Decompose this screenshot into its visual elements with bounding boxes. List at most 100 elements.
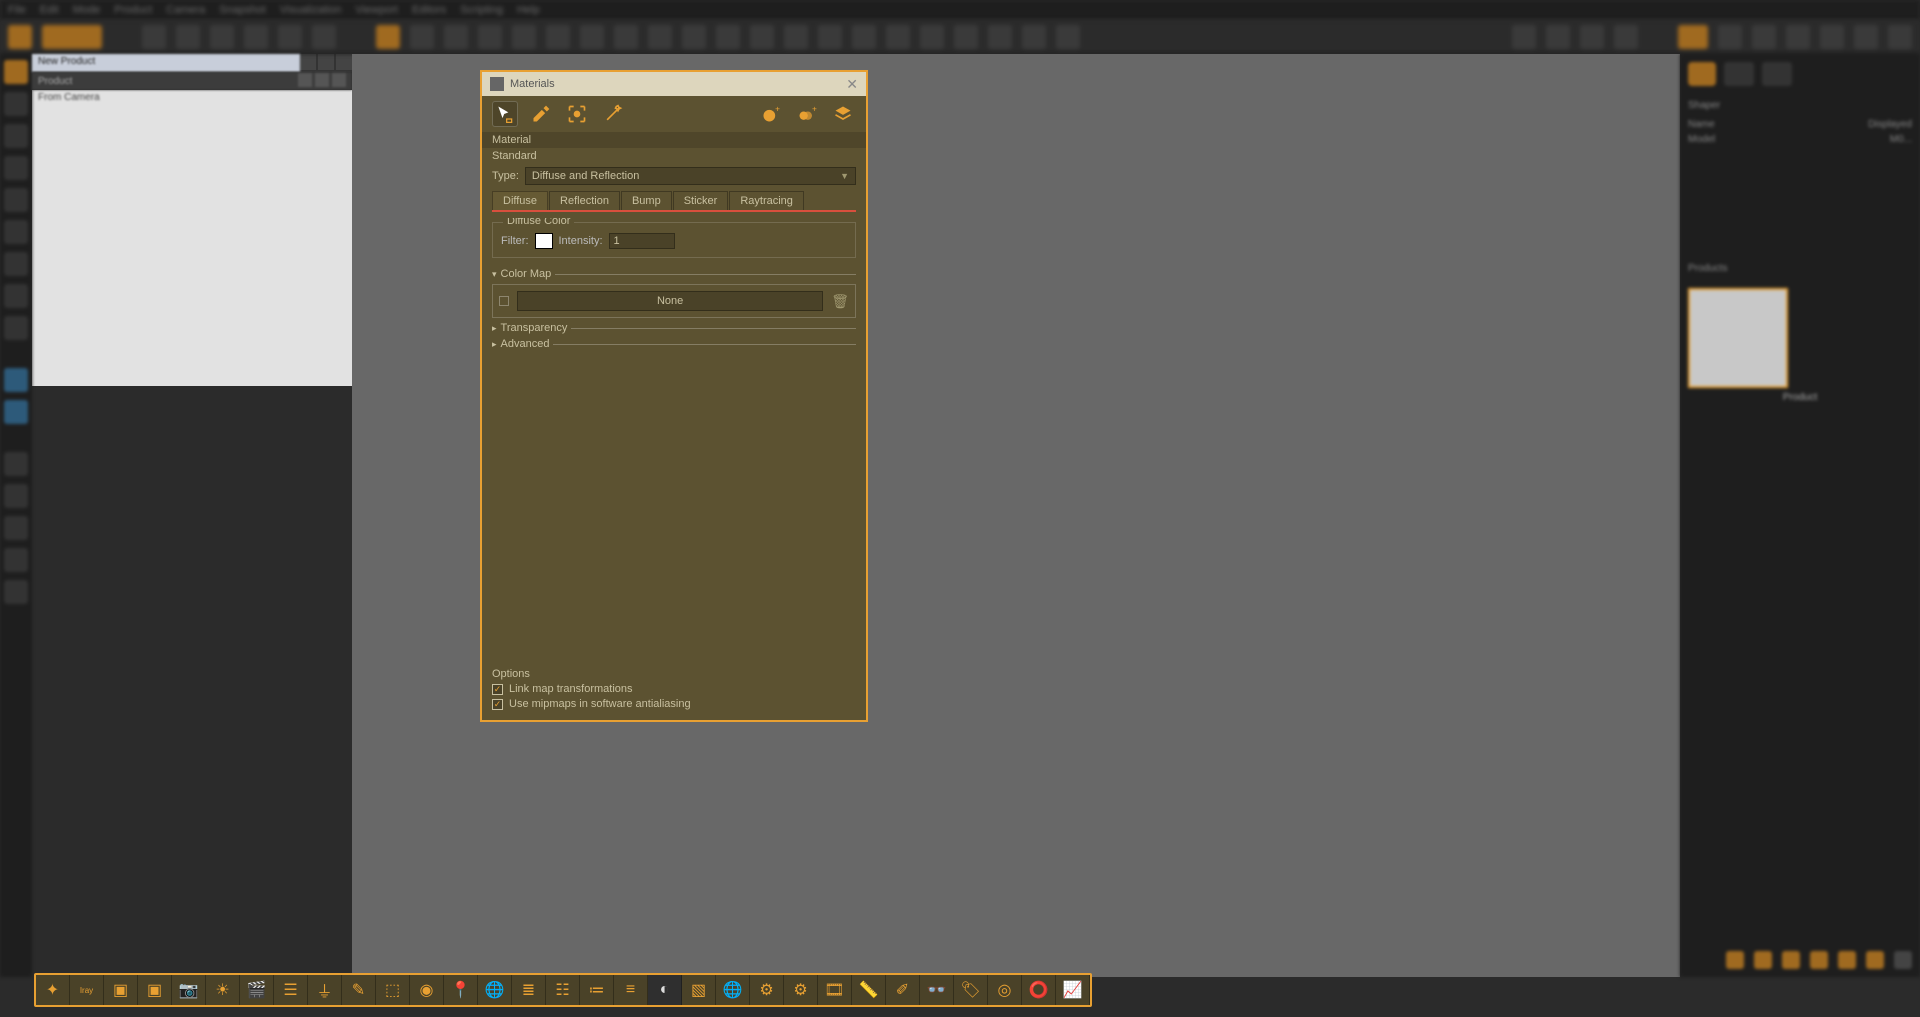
dock-button[interactable] (4, 484, 28, 508)
dock-tag-icon[interactable]: 🏷 (954, 975, 988, 1005)
toolbar-button[interactable] (750, 25, 774, 49)
dock-camera-icon[interactable]: 📷 (172, 975, 206, 1005)
layers-icon[interactable] (830, 101, 856, 127)
dock-pin-icon[interactable]: 📍 (444, 975, 478, 1005)
dock-film-icon[interactable]: 🎞 (818, 975, 852, 1005)
toolbar-button[interactable] (1752, 25, 1776, 49)
toolbar-button[interactable] (210, 25, 234, 49)
toolbar-button[interactable] (988, 25, 1012, 49)
dock-globe-a-icon[interactable]: 🌐 (478, 975, 512, 1005)
dock-swirl-icon[interactable]: ◉ (410, 975, 444, 1005)
toolbar-button[interactable] (512, 25, 536, 49)
menu-product[interactable]: Product (114, 4, 152, 16)
tab-diffuse[interactable]: Diffuse (492, 191, 548, 210)
toolbar-button[interactable] (312, 25, 336, 49)
right-bottom-button[interactable] (1838, 951, 1856, 969)
dock-button[interactable] (4, 368, 28, 392)
new-sphere-group-icon[interactable]: + (794, 101, 820, 127)
dock-pen-icon[interactable]: ✐ (886, 975, 920, 1005)
new-sphere-icon[interactable]: + (758, 101, 784, 127)
toolbar-button[interactable] (1546, 25, 1570, 49)
right-bottom-button[interactable] (1782, 951, 1800, 969)
toolbar-button[interactable] (478, 25, 502, 49)
menu-snapshot[interactable]: Snapshot (219, 4, 265, 16)
menu-file[interactable]: File (8, 4, 26, 16)
toolbar-button[interactable] (1718, 25, 1742, 49)
toolbar-button[interactable] (376, 25, 400, 49)
right-bottom-button[interactable] (1810, 951, 1828, 969)
dock-glasses-icon[interactable]: 👓 (920, 975, 954, 1005)
dock-button[interactable] (4, 188, 28, 212)
dock-button[interactable] (4, 220, 28, 244)
toolbar-button[interactable] (716, 25, 740, 49)
toolbar-button[interactable] (1056, 25, 1080, 49)
dock-button[interactable] (4, 60, 28, 84)
toolbar-button[interactable] (954, 25, 978, 49)
dock-target-icon[interactable]: ◎ (988, 975, 1022, 1005)
toolbar-button[interactable] (852, 25, 876, 49)
tab-sticker[interactable]: Sticker (673, 191, 729, 210)
dock-stamp-icon[interactable]: ⏚ (308, 975, 342, 1005)
right-tool-button[interactable] (1762, 62, 1792, 86)
trash-icon[interactable]: 🗑 (831, 293, 849, 310)
right-tool-button[interactable] (1724, 62, 1754, 86)
toolbar-button[interactable] (818, 25, 842, 49)
wand-icon[interactable] (600, 101, 626, 127)
frame-select-icon[interactable] (564, 101, 590, 127)
transparency-section[interactable]: ▸ Transparency (492, 322, 856, 334)
dock-stack-icon[interactable]: ≣ (512, 975, 546, 1005)
dock-image-b-icon[interactable]: ▣ (138, 975, 172, 1005)
dialog-titlebar[interactable]: Materials ✕ (482, 72, 866, 96)
toolbar-button[interactable] (1678, 25, 1708, 49)
dock-brush-icon[interactable]: ✎ (342, 975, 376, 1005)
panel-tab-new-product[interactable]: New Product (32, 54, 300, 72)
toolbar-button[interactable] (1580, 25, 1604, 49)
dock-sliders-icon[interactable]: ☰ (274, 975, 308, 1005)
toolbar-button[interactable] (244, 25, 268, 49)
panel-tab-button[interactable] (300, 54, 316, 70)
menu-camera[interactable]: Camera (166, 4, 205, 16)
panel-tab-button[interactable] (336, 54, 352, 70)
dock-sun-icon[interactable]: ☀ (206, 975, 240, 1005)
toolbar-button[interactable] (614, 25, 638, 49)
filter-color-swatch[interactable] (535, 233, 553, 249)
dock-gear-a-icon[interactable]: ⚙ (750, 975, 784, 1005)
color-map-section[interactable]: ▾ Color Map (492, 268, 856, 280)
right-bottom-button[interactable] (1894, 951, 1912, 969)
embedded-viewport[interactable]: From Camera (32, 90, 352, 386)
toolbar-button[interactable] (1854, 25, 1878, 49)
dock-gear-b-icon[interactable]: ⚙ (784, 975, 818, 1005)
color-map-enable-checkbox[interactable] (499, 296, 509, 306)
right-bottom-button[interactable] (1726, 951, 1744, 969)
toolbar-button[interactable] (8, 25, 32, 49)
dock-button[interactable] (4, 400, 28, 424)
intensity-input[interactable] (609, 233, 675, 249)
toolbar-button[interactable] (886, 25, 910, 49)
panel-tab-button[interactable] (318, 54, 334, 70)
tab-raytracing[interactable]: Raytracing (729, 191, 804, 210)
toolbar-button[interactable] (920, 25, 944, 49)
menu-scripting[interactable]: Scripting (460, 4, 503, 16)
dock-list-a-icon[interactable]: ≔ (580, 975, 614, 1005)
link-map-checkbox[interactable]: ✓ (492, 684, 503, 695)
toolbar-button[interactable] (1022, 25, 1046, 49)
color-map-none-button[interactable]: None (517, 291, 823, 311)
menu-editors[interactable]: Editors (412, 4, 446, 16)
toolbar-button[interactable] (1820, 25, 1844, 49)
toolbar-button[interactable] (42, 25, 102, 49)
dock-sphere-icon[interactable]: ◐ (648, 975, 682, 1005)
toolbar-button[interactable] (682, 25, 706, 49)
toolbar-button[interactable] (1512, 25, 1536, 49)
eyedropper-icon[interactable] (528, 101, 554, 127)
dock-image-a-icon[interactable]: ▣ (104, 975, 138, 1005)
pick-tool-icon[interactable] (492, 101, 518, 127)
dock-orbit-icon[interactable]: ⭕ (1022, 975, 1056, 1005)
type-select[interactable]: Diffuse and Reflection ▼ (525, 167, 856, 185)
dock-layers-icon[interactable]: ☷ (546, 975, 580, 1005)
menu-edit[interactable]: Edit (40, 4, 59, 16)
toolbar-button[interactable] (784, 25, 808, 49)
toolbar-button[interactable] (410, 25, 434, 49)
dock-button[interactable] (4, 156, 28, 180)
toolbar-button[interactable] (546, 25, 570, 49)
toolbar-button[interactable] (648, 25, 672, 49)
